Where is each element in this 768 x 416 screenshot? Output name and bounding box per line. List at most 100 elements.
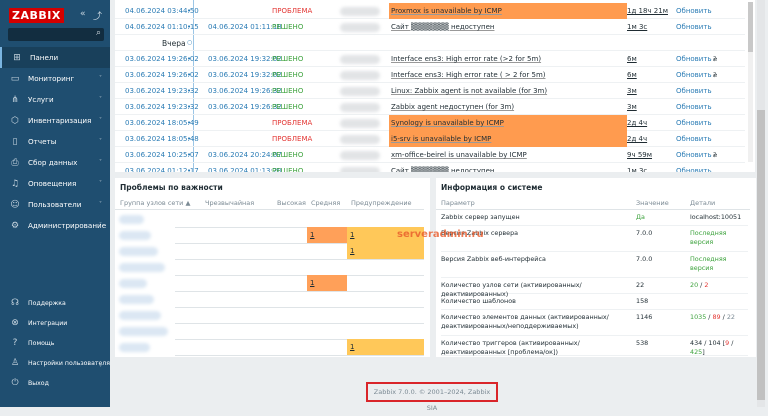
col-header[interactable]: Средняя [311, 199, 340, 207]
problem-link[interactable]: Proxmox is unavailable by ICMP [391, 7, 502, 15]
col-header[interactable]: Высокая [277, 199, 306, 207]
host-group-blurred[interactable] [119, 327, 168, 336]
problems-scrollbar[interactable] [748, 2, 753, 162]
problem-name[interactable]: Interface ens3: High error rate ( > 2 fo… [389, 67, 627, 83]
problem-name[interactable]: xm-office-beirel is unavailable by ICMP [389, 147, 627, 163]
host-name-blurred[interactable] [340, 71, 380, 80]
duration-link[interactable]: 6м [627, 55, 637, 63]
host-group-blurred[interactable] [119, 231, 151, 240]
nav-bottom-item-2[interactable]: ? Помощь [0, 334, 110, 352]
host-group-blurred[interactable] [119, 215, 144, 224]
problem-link[interactable]: Interface ens3: High error rate ( > 2 fo… [391, 71, 546, 79]
warning-count[interactable]: 1 [347, 243, 424, 259]
col-header[interactable]: Предупреждение [351, 199, 412, 207]
problem-link[interactable]: Linux: Zabbix agent is not available (fo… [391, 87, 547, 95]
recovery-time-link[interactable]: 03.06.2024 20:24:07 [208, 151, 282, 159]
problem-link[interactable]: Сайт ▒▒▒▒▒▒▒ недоступен [391, 23, 494, 31]
duration-link[interactable]: 1м 3с [627, 167, 647, 172]
problem-link[interactable]: Interface ens3: High error rate (>2 for … [391, 55, 541, 63]
host-group-blurred[interactable] [119, 247, 158, 256]
page-scrollbar[interactable] [757, 0, 765, 407]
problem-name[interactable]: Linux: Zabbix agent is not available (fo… [389, 83, 627, 99]
host-name-blurred[interactable] [340, 167, 380, 172]
nav-item-3[interactable]: ⬡ Инвентаризация ˅ [0, 110, 110, 131]
actions-icon[interactable]: 2 ⇄ [713, 149, 717, 159]
average-count[interactable]: 1 [307, 227, 347, 243]
problem-name[interactable]: Сайт ▒▒▒▒▒▒▒ недоступен [389, 19, 627, 35]
problem-link[interactable]: i5-srv is unavailable by ICMP [391, 135, 491, 143]
recovery-time-link[interactable]: 04.06.2024 01:11:18 [208, 23, 282, 31]
host-group-blurred[interactable] [119, 279, 147, 288]
duration-link[interactable]: 2д 4ч [627, 119, 647, 127]
collapse-sidebar-icon[interactable]: « [80, 9, 86, 19]
nav-item-2[interactable]: ⋔ Услуги ˅ [0, 89, 110, 110]
host-group-blurred[interactable] [119, 263, 165, 272]
duration-link[interactable]: 3м [627, 103, 637, 111]
update-link[interactable]: Обновить [676, 55, 712, 63]
problem-name[interactable]: Interface ens3: High error rate (>2 for … [389, 51, 627, 67]
duration-link[interactable]: 6м [627, 71, 637, 79]
problem-link[interactable]: Сайт ▒▒▒▒▒▒▒ недоступен [391, 167, 494, 172]
duration-link[interactable]: 2д 4ч [627, 135, 647, 143]
search-input[interactable]: ⌕ [8, 28, 104, 41]
kiosk-mode-icon[interactable]: ⤴ [93, 9, 102, 22]
problem-link[interactable]: xm-office-beirel is unavailable by ICMP [391, 151, 527, 159]
nav-item-4[interactable]: ▯ Отчеты ˅ [0, 131, 110, 152]
nav-item-6[interactable]: ♫ Оповещения ˅ [0, 173, 110, 194]
warning-count[interactable]: 1 [347, 339, 424, 355]
duration-link[interactable]: 1м 3с [627, 23, 647, 31]
duration-link[interactable]: 3м [627, 87, 637, 95]
search-icon[interactable]: ⌕ [96, 28, 101, 38]
host-name-blurred[interactable] [340, 55, 380, 64]
nav-item-7[interactable]: ☺ Пользователи ˅ [0, 194, 110, 215]
nav-item-8[interactable]: ⚙ Администрирование ˅ [0, 215, 110, 236]
average-count[interactable]: 1 [307, 275, 347, 291]
update-link[interactable]: Обновить [676, 167, 712, 172]
actions-icon[interactable]: 2 ⇄ [713, 69, 717, 79]
recovery-time-link[interactable]: 03.06.2024 01:13:20 [208, 167, 282, 172]
update-link[interactable]: Обновить [676, 135, 712, 143]
nav-bottom-item-4[interactable]: ⏻ Выход [0, 374, 110, 392]
recovery-time-link[interactable]: 03.06.2024 19:32:02 [208, 71, 282, 79]
nav-bottom-item-1[interactable]: ⊗ Интеграции [0, 314, 110, 332]
host-group-blurred[interactable] [119, 295, 154, 304]
actions-icon[interactable]: 2 ⇄ [713, 53, 717, 63]
duration-link[interactable]: 9ч 59м [627, 151, 652, 159]
host-name-blurred[interactable] [340, 135, 380, 144]
update-link[interactable]: Обновить [676, 71, 712, 79]
problem-name[interactable]: Zabbix agent недоступен (for 3m) [389, 99, 627, 115]
host-group-blurred[interactable] [119, 311, 161, 320]
host-name-blurred[interactable] [340, 119, 380, 128]
nav-item-0[interactable]: ⊞ Панели [0, 47, 110, 68]
host-name-blurred[interactable] [340, 7, 380, 16]
problem-name[interactable]: Synology is unavailable by ICMP [389, 115, 627, 131]
host-name-blurred[interactable] [340, 103, 380, 112]
problem-link[interactable]: Synology is unavailable by ICMP [391, 119, 504, 127]
zabbix-logo[interactable]: ZABBIX [9, 8, 64, 23]
host-name-blurred[interactable] [340, 151, 380, 160]
recovery-time-link[interactable]: 03.06.2024 19:26:32 [208, 87, 282, 95]
host-group-blurred[interactable] [119, 343, 150, 352]
host-name-blurred[interactable] [340, 87, 380, 96]
col-header[interactable]: Группа узлов сети ▲ [120, 199, 190, 207]
host-name-blurred[interactable] [340, 23, 380, 32]
update-link[interactable]: Обновить [676, 87, 712, 95]
duration-link[interactable]: 1д 18ч 21м [627, 7, 668, 15]
nav-item-1[interactable]: ▭ Мониторинг ˅ [0, 68, 110, 89]
recovery-time-link[interactable]: 03.06.2024 19:32:02 [208, 55, 282, 63]
update-link[interactable]: Обновить [676, 151, 712, 159]
problem-name[interactable]: Proxmox is unavailable by ICMP [389, 3, 627, 19]
param-value: 22 [636, 281, 645, 289]
update-link[interactable]: Обновить [676, 23, 712, 31]
update-link[interactable]: Обновить [676, 7, 712, 15]
recovery-time-link[interactable]: 03.06.2024 19:26:32 [208, 103, 282, 111]
problem-link[interactable]: Zabbix agent недоступен (for 3m) [391, 103, 514, 111]
update-link[interactable]: Обновить [676, 103, 712, 111]
nav-bottom-item-3[interactable]: ♙ Настройки пользователя ˅ [0, 354, 110, 372]
col-header[interactable]: Чрезвычайная [205, 199, 254, 207]
update-link[interactable]: Обновить [676, 119, 712, 127]
nav-bottom-item-0[interactable]: ☊ Поддержка [0, 294, 110, 312]
problem-name[interactable]: Сайт ▒▒▒▒▒▒▒ недоступен [389, 163, 627, 172]
nav-item-5[interactable]: ⎙ Сбор данных ˅ [0, 152, 110, 173]
problem-name[interactable]: i5-srv is unavailable by ICMP [389, 131, 627, 147]
